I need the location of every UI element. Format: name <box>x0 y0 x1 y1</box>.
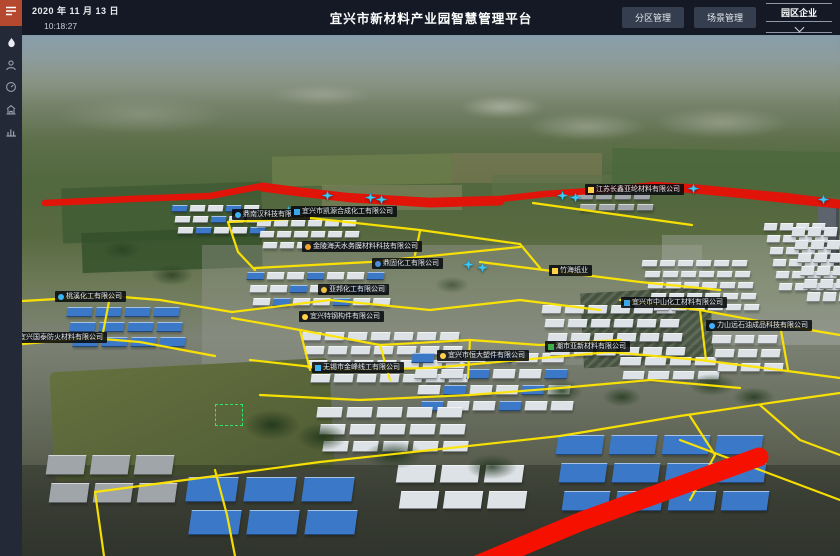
company-label-text: 宜兴市中山化工材料有限公司 <box>632 299 723 306</box>
zone-management-button[interactable]: 分区管理 <box>622 7 684 28</box>
company-poi-icon <box>302 314 308 320</box>
aircraft-marker[interactable] <box>322 188 333 206</box>
company-poi-icon <box>709 323 715 329</box>
company-label-text: 金陵海天水务膜材料科技有限公司 <box>313 243 418 250</box>
hamburger-icon <box>5 4 17 22</box>
selection-box[interactable] <box>215 404 243 426</box>
company-label[interactable]: 竹海纸业 <box>549 265 592 276</box>
sidebar <box>0 0 22 556</box>
park-enterprise-label: 园区企业 <box>766 6 832 22</box>
company-label-text: 宜兴市恒大塑件有限公司 <box>448 352 525 359</box>
aircraft-marker[interactable] <box>463 257 474 275</box>
sidebar-item-fire[interactable] <box>0 32 22 54</box>
company-label-text: 无锡市金峰线工有限公司 <box>323 364 400 371</box>
company-label-text: 桃溪化工有限公司 <box>66 293 122 300</box>
topbar-actions: 分区管理 场景管理 园区企业 <box>622 0 832 35</box>
company-label[interactable]: 江苏长鑫亚纶材料有限公司 <box>585 184 684 195</box>
aircraft-marker[interactable] <box>818 192 829 210</box>
company-label[interactable]: 宜兴市中山化工材料有限公司 <box>621 297 727 308</box>
sidebar-item-user[interactable] <box>0 54 22 76</box>
current-time: 10:18:27 <box>44 21 119 31</box>
sidebar-item-factory[interactable] <box>0 98 22 120</box>
company-label[interactable]: 亚邦化工有限公司 <box>318 284 389 295</box>
company-label-text: 江苏长鑫亚纶材料有限公司 <box>596 186 680 193</box>
company-label-text: 潮市亚新材料有限公司 <box>556 343 626 350</box>
company-poi-icon <box>548 344 554 350</box>
menu-toggle-button[interactable] <box>0 0 22 26</box>
company-label-text: 宜兴市凯源合成化工有限公司 <box>302 208 393 215</box>
company-label[interactable]: 宜兴特钢构件有限公司 <box>299 311 384 322</box>
company-label-text: 亚邦化工有限公司 <box>329 286 385 293</box>
company-poi-icon <box>588 187 594 193</box>
company-label[interactable]: 宜兴国泰防火材料有限公司 <box>22 332 107 343</box>
topbar: 2020 年 11 月 13 日 10:18:27 宜兴市新材料产业园智慧管理平… <box>22 0 840 35</box>
company-poi-icon <box>375 261 381 267</box>
app-root: { "header": { "date": "2020 年 11 月 13 日"… <box>0 0 840 556</box>
company-label[interactable]: 宜兴市凯源合成化工有限公司 <box>291 206 397 217</box>
bar-chart-icon <box>5 125 17 137</box>
company-label[interactable]: 力山远石油成品科技有限公司 <box>706 320 812 331</box>
chevron-down-icon <box>794 22 804 32</box>
company-label[interactable]: 金陵海天水务膜材料科技有限公司 <box>302 241 422 252</box>
company-label-text: 鼎固化工有限公司 <box>383 260 439 267</box>
current-date: 2020 年 11 月 13 日 <box>32 4 119 17</box>
company-label[interactable]: 潮市亚新材料有限公司 <box>545 341 630 352</box>
company-label-text: 宜兴国泰防火材料有限公司 <box>22 334 103 341</box>
company-poi-icon <box>235 212 241 218</box>
company-poi-icon <box>315 365 321 371</box>
datetime: 2020 年 11 月 13 日 10:18:27 <box>32 4 119 31</box>
gauge-icon <box>5 81 17 93</box>
aircraft-marker[interactable] <box>688 181 699 199</box>
company-poi-icon <box>321 287 327 293</box>
company-label[interactable]: 宜兴市恒大塑件有限公司 <box>437 350 529 361</box>
park-enterprise-dropdown[interactable]: 园区企业 <box>766 3 832 33</box>
company-label[interactable]: 鼎固化工有限公司 <box>372 258 443 269</box>
sidebar-item-gauge[interactable] <box>0 76 22 98</box>
sidebar-item-bar-chart[interactable] <box>0 120 22 142</box>
company-label[interactable]: 无锡市金峰线工有限公司 <box>312 362 404 373</box>
company-label[interactable]: 桃溪化工有限公司 <box>55 291 126 302</box>
company-label-text: 宜兴特钢构件有限公司 <box>310 313 380 320</box>
company-poi-icon <box>305 244 311 250</box>
aircraft-marker[interactable] <box>570 190 581 208</box>
fire-icon <box>6 37 17 49</box>
factory-icon <box>5 103 17 115</box>
aircraft-marker[interactable] <box>477 260 488 278</box>
company-poi-icon <box>440 353 446 359</box>
roads-layer <box>22 35 840 556</box>
company-label-text: 力山远石油成品科技有限公司 <box>717 322 808 329</box>
aircraft-marker[interactable] <box>557 188 568 206</box>
company-label-text: 竹海纸业 <box>560 267 588 274</box>
company-poi-icon <box>294 209 300 215</box>
company-poi-icon <box>552 268 558 274</box>
company-poi-icon <box>58 294 64 300</box>
user-icon <box>5 59 17 71</box>
map-viewport[interactable]: 鼎南汉科技有限公司宜兴市凯源合成化工有限公司金陵海天水务膜材料科技有限公司鼎固化… <box>22 35 840 556</box>
scene-management-button[interactable]: 场景管理 <box>694 7 756 28</box>
company-poi-icon <box>624 300 630 306</box>
